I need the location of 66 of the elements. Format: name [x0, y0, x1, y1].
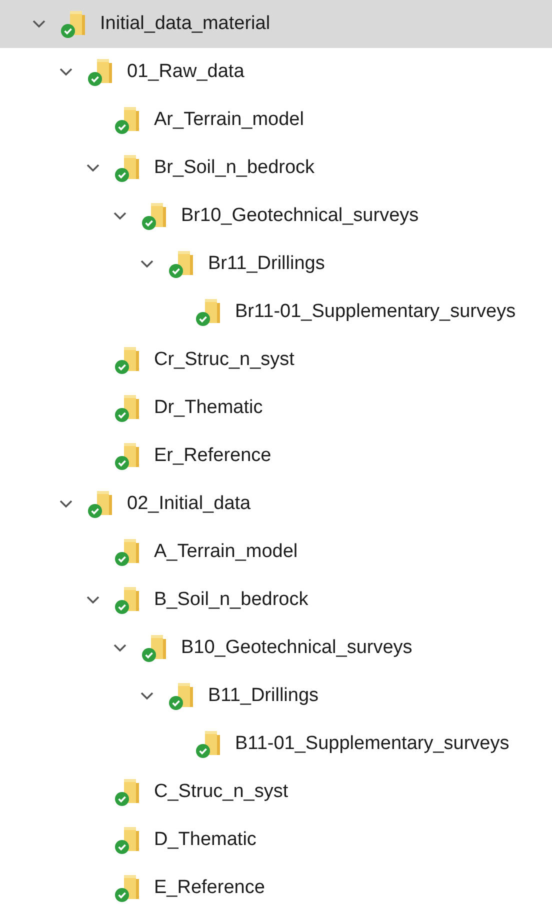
folder-name: Dr_Thematic: [154, 397, 263, 419]
folder-check-icon: [114, 153, 142, 183]
folder-check-icon: [114, 825, 142, 855]
folder-check-icon: [87, 489, 115, 519]
folder-check-icon: [114, 345, 142, 375]
tree-item[interactable]: Br11-01_Supplementary_surveys: [0, 288, 552, 336]
folder-check-icon: [141, 201, 169, 231]
folder-name: B10_Geotechnical_surveys: [181, 637, 412, 659]
tree-item[interactable]: Cr_Struc_n_syst: [0, 336, 552, 384]
folder-check-icon: [114, 393, 142, 423]
folder-check-icon: [114, 105, 142, 135]
folder-check-icon: [114, 585, 142, 615]
folder-name: A_Terrain_model: [154, 541, 298, 563]
folder-name: B_Soil_n_bedrock: [154, 589, 308, 611]
tree-item[interactable]: Br10_Geotechnical_surveys: [0, 192, 552, 240]
chevron-icon[interactable]: [113, 643, 127, 653]
chevron-icon[interactable]: [113, 211, 127, 221]
folder-name: Br11-01_Supplementary_surveys: [235, 301, 516, 323]
folder-check-icon: [114, 441, 142, 471]
folder-check-icon: [168, 249, 196, 279]
folder-name: Initial_data_material: [100, 13, 270, 35]
folder-check-icon: [60, 9, 88, 39]
tree-item[interactable]: 01_Raw_data: [0, 48, 552, 96]
tree-item[interactable]: E_Reference: [0, 864, 552, 909]
tree-item[interactable]: Initial_data_material: [0, 0, 552, 48]
tree-item[interactable]: B10_Geotechnical_surveys: [0, 624, 552, 672]
tree-item[interactable]: A_Terrain_model: [0, 528, 552, 576]
folder-name: D_Thematic: [154, 829, 256, 851]
folder-check-icon: [168, 681, 196, 711]
folder-name: Br10_Geotechnical_surveys: [181, 205, 419, 227]
chevron-icon[interactable]: [86, 163, 100, 173]
tree-item[interactable]: Br_Soil_n_bedrock: [0, 144, 552, 192]
tree-item[interactable]: Dr_Thematic: [0, 384, 552, 432]
tree-item[interactable]: D_Thematic: [0, 816, 552, 864]
tree-item[interactable]: Er_Reference: [0, 432, 552, 480]
folder-name: Ar_Terrain_model: [154, 109, 304, 131]
folder-check-icon: [114, 777, 142, 807]
tree-item[interactable]: Br11_Drillings: [0, 240, 552, 288]
chevron-icon[interactable]: [86, 595, 100, 605]
folder-name: E_Reference: [154, 877, 265, 899]
folder-check-icon: [195, 297, 223, 327]
folder-name: Br11_Drillings: [208, 253, 325, 275]
folder-check-icon: [114, 537, 142, 567]
tree-item[interactable]: 02_Initial_data: [0, 480, 552, 528]
folder-name: B11-01_Supplementary_surveys: [235, 733, 510, 755]
folder-name: Er_Reference: [154, 445, 272, 467]
folder-check-icon: [114, 873, 142, 903]
chevron-icon[interactable]: [59, 499, 73, 509]
folder-name: 01_Raw_data: [127, 61, 244, 83]
folder-check-icon: [195, 729, 223, 759]
tree-item[interactable]: B_Soil_n_bedrock: [0, 576, 552, 624]
folder-check-icon: [141, 633, 169, 663]
chevron-icon[interactable]: [140, 259, 154, 269]
tree-item[interactable]: B11_Drillings: [0, 672, 552, 720]
tree-item[interactable]: Ar_Terrain_model: [0, 96, 552, 144]
chevron-icon[interactable]: [32, 19, 46, 29]
folder-check-icon: [87, 57, 115, 87]
folder-name: 02_Initial_data: [127, 493, 251, 515]
folder-name: Br_Soil_n_bedrock: [154, 157, 315, 179]
chevron-icon[interactable]: [140, 691, 154, 701]
folder-name: Cr_Struc_n_syst: [154, 349, 294, 371]
chevron-icon[interactable]: [59, 67, 73, 77]
tree-item[interactable]: B11-01_Supplementary_surveys: [0, 720, 552, 768]
folder-name: B11_Drillings: [208, 685, 319, 707]
tree-item[interactable]: C_Struc_n_syst: [0, 768, 552, 816]
folder-name: C_Struc_n_syst: [154, 781, 288, 803]
